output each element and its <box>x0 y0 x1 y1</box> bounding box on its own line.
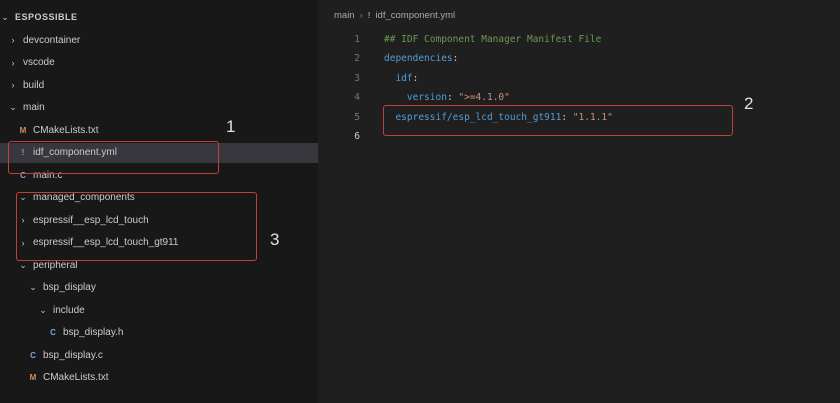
breadcrumb-file[interactable]: idf_component.yml <box>375 10 455 21</box>
code-line: 6 <box>318 127 384 147</box>
code-token: ## IDF Component Manager Manifest File <box>384 33 602 45</box>
chevron-down-icon: ⌄ <box>29 282 37 292</box>
code-token: dependencies <box>384 53 453 64</box>
code-text: version: ">=4.1.0" <box>384 92 510 103</box>
chevron-right-icon: › <box>11 57 15 68</box>
callout-number-3: 3 <box>270 230 280 249</box>
tree-item-label: build <box>23 79 45 91</box>
tree-item-label: bsp_display.h <box>63 327 124 338</box>
line-number: 1 <box>354 33 360 45</box>
tree-item-label: bsp_display <box>43 282 96 293</box>
cmake-file-icon: M <box>29 373 37 382</box>
tree-item[interactable]: M CMakeLists.txt <box>0 368 318 388</box>
tree-item-label: bsp_display.c <box>43 349 103 361</box>
code-token: : <box>452 53 459 64</box>
cmake-file-icon: M <box>19 125 27 135</box>
breadcrumb: main › ! idf_component.yml <box>334 10 455 21</box>
breadcrumb-folder[interactable]: main <box>334 10 355 21</box>
code-token: : <box>446 92 459 103</box>
callout-number-1: 1 <box>226 117 236 136</box>
tree-item[interactable]: M CMakeLists.txt <box>0 120 318 140</box>
chevron-down-icon: ⌄ <box>9 102 17 112</box>
tree-item-label: CMakeLists.txt <box>33 124 99 136</box>
code-text: ## IDF Component Manager Manifest File <box>384 34 601 45</box>
chevron-right-icon: › <box>11 80 15 90</box>
code-text: idf: <box>384 73 418 84</box>
tree-item-label: vscode <box>23 57 55 68</box>
tree-item[interactable]: ⌄ include <box>0 300 318 320</box>
callout-number-2: 2 <box>744 94 754 113</box>
code-line: 3 idf: <box>318 68 418 88</box>
tree-item-label: devcontainer <box>23 34 81 46</box>
tree-item[interactable]: › devcontainer <box>0 30 318 50</box>
code-editor[interactable]: main › ! idf_component.yml 1 ## IDF Compo… <box>318 0 840 403</box>
chevron-down-icon: ⌄ <box>39 304 47 315</box>
explorer-root-label: ESPOSSIBLE <box>15 12 78 22</box>
c-file-icon: C <box>50 328 56 337</box>
chevron-down-icon: ⌄ <box>19 259 27 270</box>
line-number: 2 <box>354 53 360 64</box>
tree-item[interactable]: › vscode <box>0 53 318 73</box>
code-token: idf <box>395 72 413 84</box>
callout-box-1 <box>8 141 219 174</box>
line-number: 5 <box>354 111 360 123</box>
line-number: 4 <box>354 92 360 103</box>
tree-item[interactable]: › build <box>0 75 318 95</box>
line-number: 3 <box>354 72 360 84</box>
callout-box-3 <box>16 192 257 261</box>
chevron-right-icon: › <box>11 35 15 45</box>
c-file-icon: C <box>30 350 36 360</box>
chevron-right-icon: › <box>359 10 363 21</box>
code-token: version <box>406 92 447 103</box>
tree-item[interactable]: Cbsp_display.h <box>0 323 318 343</box>
tree-item-label: peripheral <box>33 259 78 271</box>
code-token: ">=4.1.0" <box>458 92 510 103</box>
tree-item-label: main <box>23 102 45 113</box>
code-line: 1 ## IDF Component Manager Manifest File <box>318 29 601 49</box>
explorer-root[interactable]: ⌄ ESPOSSIBLE <box>0 7 318 27</box>
tree-item[interactable]: ⌄ bsp_display <box>0 278 318 298</box>
tree-item[interactable]: ⌄ main <box>0 98 318 118</box>
tree-item-label: CMakeLists.txt <box>43 372 109 383</box>
callout-box-2 <box>383 105 733 136</box>
code-token: : <box>412 72 419 84</box>
code-text: dependencies: <box>384 53 458 64</box>
tree-item[interactable]: Cbsp_display.c <box>0 345 318 365</box>
code-line: 2 dependencies: <box>318 49 458 69</box>
yaml-file-icon: ! <box>367 11 371 20</box>
line-number: 6 <box>354 131 360 142</box>
chevron-down-icon: ⌄ <box>1 11 9 22</box>
tree-item-label: include <box>53 304 85 316</box>
